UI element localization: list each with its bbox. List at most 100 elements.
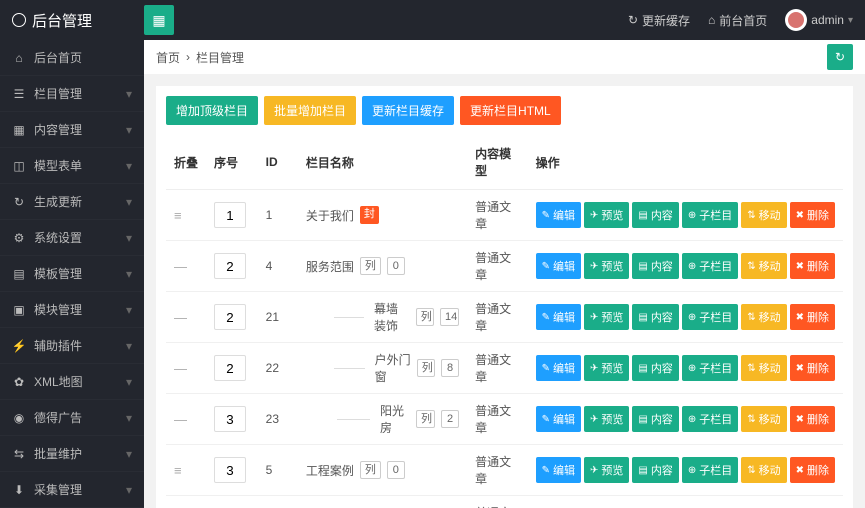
update-cache-button[interactable]: 更新栏目缓存 — [362, 96, 454, 125]
move-button[interactable]: ⇅移动 — [741, 406, 786, 432]
preview-icon: ✈ — [590, 363, 598, 374]
move-button[interactable]: ⇅移动 — [741, 355, 786, 381]
edit-button[interactable]: ✎编辑 — [536, 253, 581, 279]
chevron-right-icon: › — [186, 50, 190, 64]
refresh-button[interactable]: ↻ — [827, 44, 853, 70]
sidebar-item-label: 后台首页 — [34, 49, 82, 66]
delete-button[interactable]: ✖删除 — [790, 253, 835, 279]
sidebar-item-9[interactable]: ✿XML地图▾ — [0, 364, 144, 400]
chevron-down-icon: ▾ — [126, 447, 132, 461]
content-button[interactable]: ▤内容 — [632, 253, 678, 279]
chevron-down-icon: ▾ — [126, 483, 132, 497]
preview-button[interactable]: ✈预览 — [584, 406, 629, 432]
main-area: 首页 › 栏目管理 ↻ 增加顶级栏目 批量增加栏目 更新栏目缓存 更新栏目HTM… — [144, 40, 865, 508]
edit-button[interactable]: ✎编辑 — [536, 304, 581, 330]
sub-button[interactable]: ⊕子栏目 — [682, 304, 738, 330]
delete-button[interactable]: ✖删除 — [790, 304, 835, 330]
sidebar-item-3[interactable]: ◫模型表单▾ — [0, 148, 144, 184]
preview-button[interactable]: ✈预览 — [584, 355, 629, 381]
category-name[interactable]: 关于我们 — [306, 207, 354, 224]
table-row: ≡12产品介绍列0普通文章✎编辑✈预览▤内容⊕子栏目⇅移动✖删除 — [166, 496, 843, 508]
sub-icon: ⊕ — [688, 465, 696, 476]
list-icon: ☰ — [12, 87, 26, 101]
delete-icon: ✖ — [796, 414, 804, 425]
sidebar-item-6[interactable]: ▤模板管理▾ — [0, 256, 144, 292]
preview-button[interactable]: ✈预览 — [584, 253, 629, 279]
content-button[interactable]: ▤内容 — [632, 457, 678, 483]
name-cell: 服务范围列0 — [306, 257, 459, 275]
logo: 后台管理 — [12, 10, 144, 31]
add-top-category-button[interactable]: 增加顶级栏目 — [166, 96, 258, 125]
sub-icon: ⊕ — [688, 312, 696, 323]
add-batch-category-button[interactable]: 批量增加栏目 — [264, 96, 356, 125]
sidebar-item-7[interactable]: ▣模块管理▾ — [0, 292, 144, 328]
sidebar-item-11[interactable]: ⇆批量维护▾ — [0, 436, 144, 472]
sort-input[interactable] — [214, 304, 246, 330]
sub-button[interactable]: ⊕子栏目 — [682, 202, 738, 228]
fold-toggle[interactable]: — — [174, 412, 187, 427]
count-tag: 8 — [441, 359, 459, 377]
content-icon: ▤ — [638, 414, 647, 425]
sort-input[interactable] — [214, 457, 246, 483]
delete-button[interactable]: ✖删除 — [790, 355, 835, 381]
sidebar-item-8[interactable]: ⚡辅助插件▾ — [0, 328, 144, 364]
edit-button[interactable]: ✎编辑 — [536, 355, 581, 381]
category-name[interactable]: 工程案例 — [306, 462, 354, 479]
user-menu[interactable]: admin ▾ — [785, 9, 853, 31]
move-button[interactable]: ⇅移动 — [741, 253, 786, 279]
id-cell: 21 — [258, 292, 298, 343]
delete-icon: ✖ — [796, 261, 804, 272]
sub-button[interactable]: ⊕子栏目 — [682, 355, 738, 381]
fold-toggle[interactable]: ≡ — [174, 463, 182, 478]
sidebar-item-10[interactable]: ◉德得广告▾ — [0, 400, 144, 436]
menu-toggle-button[interactable]: ▦ — [144, 5, 174, 35]
move-button[interactable]: ⇅移动 — [741, 457, 786, 483]
sort-input[interactable] — [214, 202, 246, 228]
content-button[interactable]: ▤内容 — [632, 355, 678, 381]
move-button[interactable]: ⇅移动 — [741, 304, 786, 330]
category-name[interactable]: 幕墙装饰 — [374, 300, 410, 334]
sidebar-item-1[interactable]: ☰栏目管理▾ — [0, 76, 144, 112]
update-html-button[interactable]: 更新栏目HTML — [460, 96, 561, 125]
category-name[interactable]: 户外门窗 — [375, 351, 411, 385]
sort-input[interactable] — [214, 253, 246, 279]
sidebar-item-12[interactable]: ⬇采集管理▾ — [0, 472, 144, 508]
delete-button[interactable]: ✖删除 — [790, 457, 835, 483]
category-name[interactable]: 服务范围 — [306, 258, 354, 275]
model-cell: 普通文章 — [467, 241, 527, 292]
content-button[interactable]: ▤内容 — [632, 202, 678, 228]
fold-toggle[interactable]: ≡ — [174, 208, 182, 223]
sidebar-item-2[interactable]: ▦内容管理▾ — [0, 112, 144, 148]
fold-toggle[interactable]: — — [174, 361, 187, 376]
delete-button[interactable]: ✖删除 — [790, 406, 835, 432]
model-cell: 普通文章 — [467, 394, 527, 445]
breadcrumb-home[interactable]: 首页 — [156, 49, 180, 66]
sidebar-item-0[interactable]: ⌂后台首页 — [0, 40, 144, 76]
sub-button[interactable]: ⊕子栏目 — [682, 457, 738, 483]
sidebar-item-4[interactable]: ↻生成更新▾ — [0, 184, 144, 220]
content-button[interactable]: ▤内容 — [632, 406, 678, 432]
refresh-cache-link[interactable]: ↻ 更新缓存 — [628, 12, 690, 29]
fold-toggle[interactable]: — — [174, 259, 187, 274]
download-icon: ⬇ — [12, 483, 26, 497]
delete-button[interactable]: ✖删除 — [790, 202, 835, 228]
preview-button[interactable]: ✈预览 — [584, 202, 629, 228]
fold-toggle[interactable]: — — [174, 310, 187, 325]
sub-button[interactable]: ⊕子栏目 — [682, 253, 738, 279]
front-home-link[interactable]: ⌂ 前台首页 — [708, 12, 767, 29]
preview-button[interactable]: ✈预览 — [584, 457, 629, 483]
sub-icon: ⊕ — [688, 210, 696, 221]
move-button[interactable]: ⇅移动 — [741, 202, 786, 228]
edit-icon: ✎ — [542, 465, 550, 476]
sort-input[interactable] — [214, 406, 246, 432]
sort-input[interactable] — [214, 355, 246, 381]
edit-button[interactable]: ✎编辑 — [536, 406, 581, 432]
category-name[interactable]: 阳光房 — [380, 402, 410, 436]
sidebar-item-5[interactable]: ⚙系统设置▾ — [0, 220, 144, 256]
edit-button[interactable]: ✎编辑 — [536, 457, 581, 483]
content-button[interactable]: ▤内容 — [632, 304, 678, 330]
preview-button[interactable]: ✈预览 — [584, 304, 629, 330]
edit-button[interactable]: ✎编辑 — [536, 202, 581, 228]
sidebar-item-label: 内容管理 — [34, 121, 82, 138]
sub-button[interactable]: ⊕子栏目 — [682, 406, 738, 432]
